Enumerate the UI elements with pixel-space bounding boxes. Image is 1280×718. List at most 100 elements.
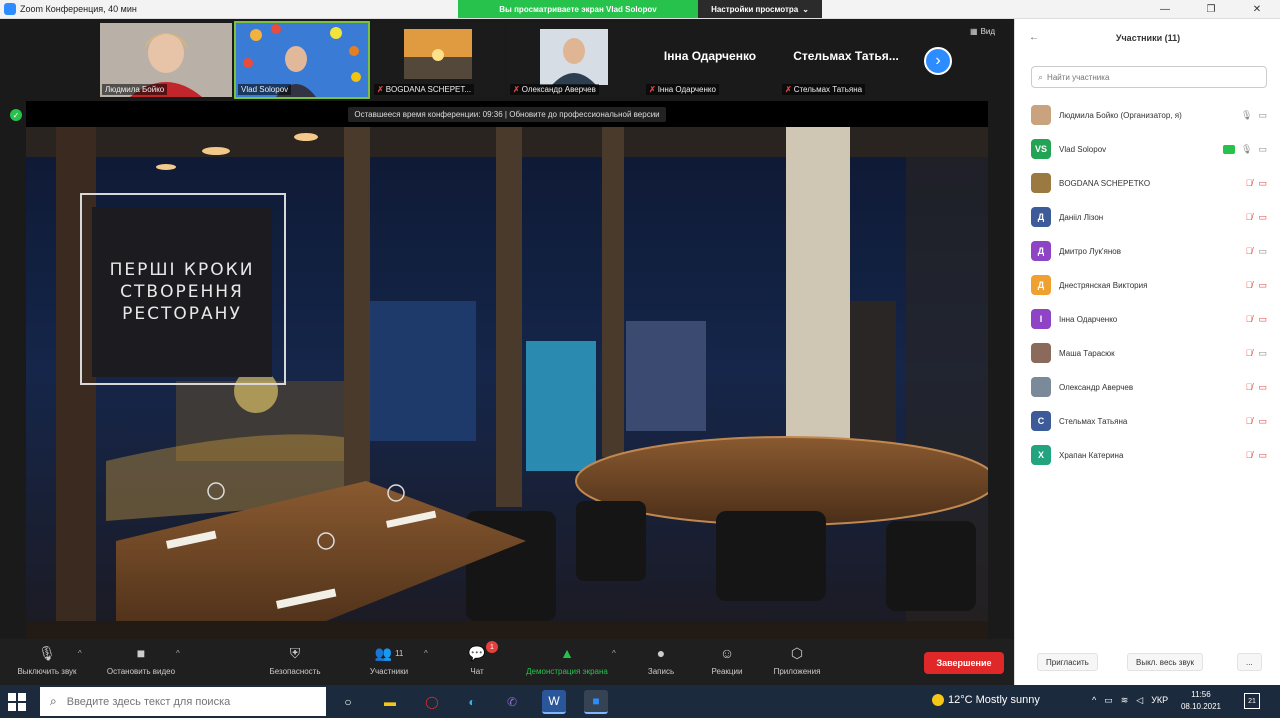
mic-muted-icon[interactable]: 🎙̸ — [1246, 382, 1253, 392]
participant-row[interactable]: Х Храпан Катерина 🎙̸ ▭ — [1031, 443, 1267, 467]
more-options-button[interactable]: ... — [1237, 653, 1262, 671]
edge-icon[interactable]: ◐ — [460, 690, 484, 714]
video-thumbnail[interactable]: ✗ BOGDANA SCHEPET... — [372, 23, 504, 97]
video-camera-icon[interactable]: ▭ — [1258, 348, 1267, 359]
encryption-shield-icon[interactable]: ✓ — [10, 109, 22, 121]
minimize-button[interactable]: — — [1142, 0, 1188, 19]
taskbar-clock[interactable]: 11:56 08.10.2021 — [1176, 689, 1226, 713]
mic-muted-icon[interactable]: 🎙̸ — [1246, 416, 1253, 426]
security-button[interactable]: ⛨ Безопасность — [250, 643, 340, 677]
volume-icon[interactable]: ◁ — [1136, 695, 1143, 706]
mute-button[interactable]: 🎙 Выключить звук — [2, 643, 92, 677]
mic-muted-icon[interactable]: 🎙̸ — [1246, 212, 1253, 222]
wifi-icon[interactable]: ≋ — [1121, 695, 1129, 706]
participants-button[interactable]: 👥 11 Участники — [344, 643, 434, 677]
end-meeting-button[interactable]: Завершение — [924, 652, 1004, 674]
stop-video-button[interactable]: ■ Остановить видео — [96, 643, 186, 676]
participant-row[interactable]: VS Vlad Solopov 🎙 ▭ — [1031, 137, 1267, 161]
view-button[interactable]: ▦ Вид — [970, 27, 995, 36]
invite-button[interactable]: Пригласить — [1037, 653, 1098, 671]
video-thumbnail[interactable]: Стельмах Татья... ✗ Стельмах Татьяна — [780, 23, 912, 97]
close-button[interactable]: ✕ — [1234, 0, 1280, 19]
viber-icon[interactable]: ✆ — [500, 690, 524, 714]
microphone-icon[interactable]: 🎙 — [1241, 110, 1252, 121]
clock-date: 08.10.2021 — [1180, 702, 1222, 711]
video-off-icon[interactable]: ▭ — [1258, 280, 1267, 291]
next-page-button[interactable]: › — [924, 47, 952, 75]
view-label: Вид — [980, 27, 996, 36]
participant-controls: 🎙̸ ▭ — [1246, 212, 1267, 223]
participant-row[interactable]: Маша Тарасюк 🎙̸ ▭ — [1031, 341, 1267, 365]
chevron-up-icon[interactable]: ^ — [1092, 695, 1096, 706]
video-thumbnail[interactable]: Інна Одарченко ✗ Інна Одарченко — [644, 23, 776, 97]
zoom-taskbar-icon[interactable]: ■ — [584, 690, 608, 714]
participant-name: Олександр Аверчев — [1059, 382, 1134, 392]
video-off-icon[interactable]: ▭ — [1258, 178, 1267, 189]
notifications-icon[interactable]: 21 — [1244, 693, 1260, 709]
microphone-icon[interactable]: 🎙 — [1241, 144, 1252, 155]
participant-name: Данііл Лізон — [1059, 212, 1104, 222]
participant-row[interactable]: Олександр Аверчев 🎙̸ ▭ — [1031, 375, 1267, 399]
apps-label: Приложения — [773, 667, 821, 676]
timer-text: Оставшееся время конференции: 09:36 | Об… — [348, 106, 666, 122]
audio-options-caret[interactable]: ^ — [78, 649, 82, 658]
video-thumbnail[interactable]: ✗ Олександр Аверчев — [508, 23, 640, 97]
reactions-label: Реакции — [711, 667, 743, 676]
participant-row[interactable]: Д Дмитро Лук'янов 🎙̸ ▭ — [1031, 239, 1267, 263]
participant-row[interactable]: І Інна Одарченко 🎙̸ ▭ — [1031, 307, 1267, 331]
maximize-button[interactable]: ❐ — [1188, 0, 1234, 19]
clock-time: 11:56 — [1191, 690, 1211, 699]
word-icon[interactable]: W — [542, 690, 566, 714]
video-camera-icon[interactable]: ▭ — [1258, 110, 1267, 121]
language-indicator[interactable]: УКР — [1151, 695, 1168, 706]
participant-name: Vlad Solopov — [1059, 144, 1107, 154]
participant-controls: 🎙̸ ▭ — [1246, 450, 1267, 461]
participant-row[interactable]: Д Данііл Лізон 🎙̸ ▭ — [1031, 205, 1267, 229]
video-off-icon[interactable]: ▭ — [1258, 382, 1267, 393]
microphone-icon: 🎙 — [38, 644, 56, 661]
participant-row[interactable]: Д Днестрянская Виктория 🎙̸ ▭ — [1031, 273, 1267, 297]
video-options-caret[interactable]: ^ — [176, 649, 180, 658]
weather-widget[interactable]: 12°C Mostly sunny — [932, 694, 1040, 706]
windows-taskbar: ⌕ ○ ▬ ◯ ◐ ✆ W ■ 12°C Mostly sunny ^ ▭ ≋ … — [0, 685, 1280, 718]
video-off-icon[interactable]: ▭ — [1258, 450, 1267, 461]
participant-controls: 🎙̸ ▭ — [1246, 314, 1267, 325]
participant-search-input[interactable] — [1047, 72, 1248, 82]
video-camera-icon[interactable]: ▭ — [1258, 144, 1267, 155]
participant-avatar: І — [1031, 309, 1051, 329]
chat-button[interactable]: 💬 1 Чат — [432, 641, 522, 676]
video-off-icon[interactable]: ▭ — [1258, 212, 1267, 223]
mic-muted-icon[interactable]: 🎙̸ — [1246, 178, 1253, 188]
participants-options-caret[interactable]: ^ — [424, 649, 428, 658]
task-view-icon[interactable]: ○ — [336, 690, 360, 714]
mic-muted-icon[interactable]: 🎙̸ — [1246, 348, 1253, 358]
participants-label: Участники — [369, 667, 409, 676]
video-camera-icon[interactable]: ▭ — [1258, 246, 1267, 257]
view-options-button[interactable]: Настройки просмотра ⌄ — [698, 0, 822, 18]
opera-icon[interactable]: ◯ — [420, 690, 444, 714]
battery-icon[interactable]: ▭ — [1104, 695, 1113, 706]
mic-muted-icon[interactable]: 🎙̸ — [1246, 450, 1253, 460]
video-thumbnail-active-speaker[interactable]: Vlad Solopov — [234, 21, 370, 99]
thumbnail-label: ✗ Інна Одарченко — [646, 84, 719, 95]
share-screen-button[interactable]: ▲ Демонстрация экрана — [522, 643, 612, 676]
shield-icon: ⛨ — [289, 644, 301, 661]
participant-avatar: С — [1031, 411, 1051, 431]
mic-muted-icon[interactable]: 🎙̸ — [1246, 314, 1253, 324]
video-off-icon[interactable]: ▭ — [1258, 314, 1267, 325]
participant-controls: 🎙̸ ▭ — [1246, 280, 1267, 291]
windows-start-icon[interactable] — [8, 693, 26, 711]
file-explorer-icon[interactable]: ▬ — [378, 690, 402, 714]
video-off-icon[interactable]: ▭ — [1258, 416, 1267, 427]
participant-row[interactable]: BOGDANA SCHEPETKO 🎙̸ ▭ — [1031, 171, 1267, 195]
video-thumbnail[interactable]: Людмила Бойко — [100, 23, 232, 97]
mute-all-button[interactable]: Выкл. весь звук — [1127, 653, 1204, 671]
mic-muted-icon[interactable]: 🎙̸ — [1246, 246, 1253, 256]
security-label: Безопасность — [269, 667, 321, 676]
participant-controls: 🎙 ▭ — [1241, 110, 1267, 121]
participant-row[interactable]: Людмила Бойко (Организатор, я) 🎙 ▭ — [1031, 103, 1267, 127]
participant-row[interactable]: С Стельмах Татьяна 🎙̸ ▭ — [1031, 409, 1267, 433]
taskbar-search-input[interactable] — [66, 695, 307, 708]
mic-muted-icon[interactable]: 🎙̸ — [1246, 280, 1253, 290]
apps-button[interactable]: ⬡ Приложения — [752, 643, 842, 677]
